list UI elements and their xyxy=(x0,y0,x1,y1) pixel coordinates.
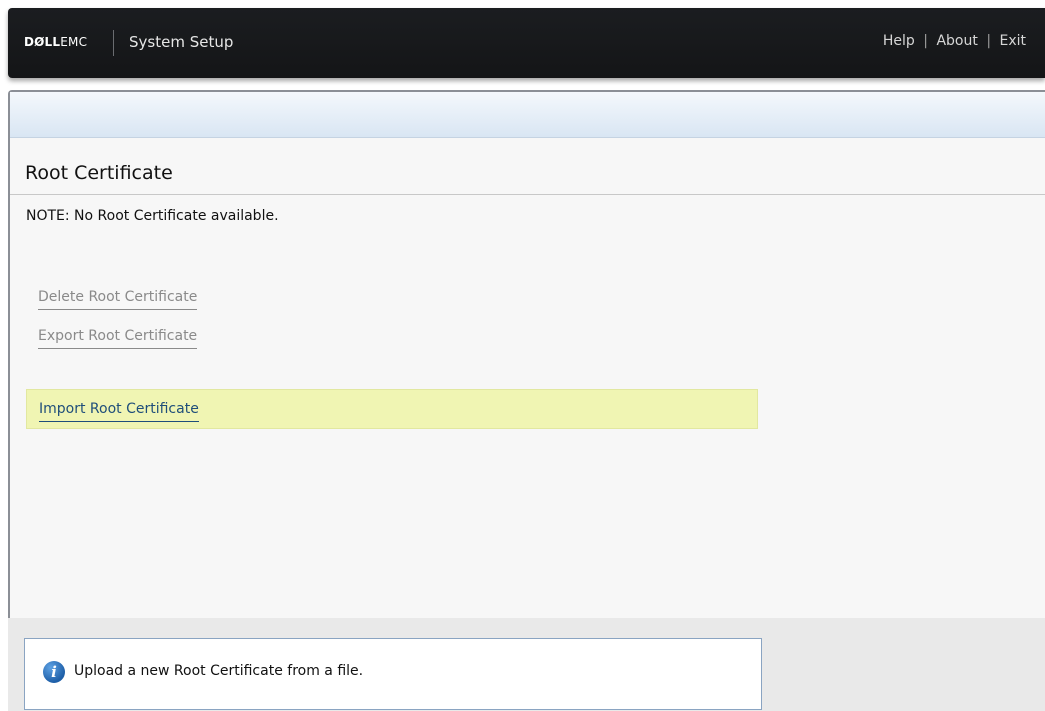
logo-emc-text: EMC xyxy=(60,35,88,49)
import-root-certificate-link[interactable]: Import Root Certificate xyxy=(39,401,199,422)
help-text: Upload a new Root Certificate from a fil… xyxy=(74,663,364,679)
export-root-certificate-link[interactable]: Export Root Certificate xyxy=(38,328,198,349)
link-separator: | xyxy=(923,33,928,49)
dell-emc-logo: DØLLEMC xyxy=(24,35,87,49)
app-title: System Setup xyxy=(129,33,234,51)
delete-root-certificate-link[interactable]: Delete Root Certificate xyxy=(38,289,198,310)
note-text: NOTE: No Root Certificate available. xyxy=(26,208,279,224)
breadcrumb-bar xyxy=(10,92,1045,138)
content-panel: Root Certificate NOTE: No Root Certifica… xyxy=(8,90,1045,618)
title-divider xyxy=(10,194,1045,195)
import-root-certificate-row[interactable]: Import Root Certificate xyxy=(26,389,758,429)
header-divider xyxy=(113,30,114,56)
link-separator: | xyxy=(986,33,992,49)
exit-link[interactable]: Exit xyxy=(999,33,1026,49)
header-bar: DØLLEMC System Setup Help | About | Exit xyxy=(8,8,1045,78)
logo-dell-text: DØLL xyxy=(24,35,61,49)
top-links: Help | About | Exit xyxy=(883,33,1026,49)
help-box: i Upload a new Root Certificate from a f… xyxy=(24,638,762,710)
page-title: Root Certificate xyxy=(25,162,173,184)
help-link[interactable]: Help xyxy=(883,33,915,49)
help-footer: i Upload a new Root Certificate from a f… xyxy=(8,618,1045,711)
info-icon: i xyxy=(43,661,65,683)
system-setup-window: DØLLEMC System Setup Help | About | Exit… xyxy=(0,0,1045,711)
about-link[interactable]: About xyxy=(936,33,977,49)
